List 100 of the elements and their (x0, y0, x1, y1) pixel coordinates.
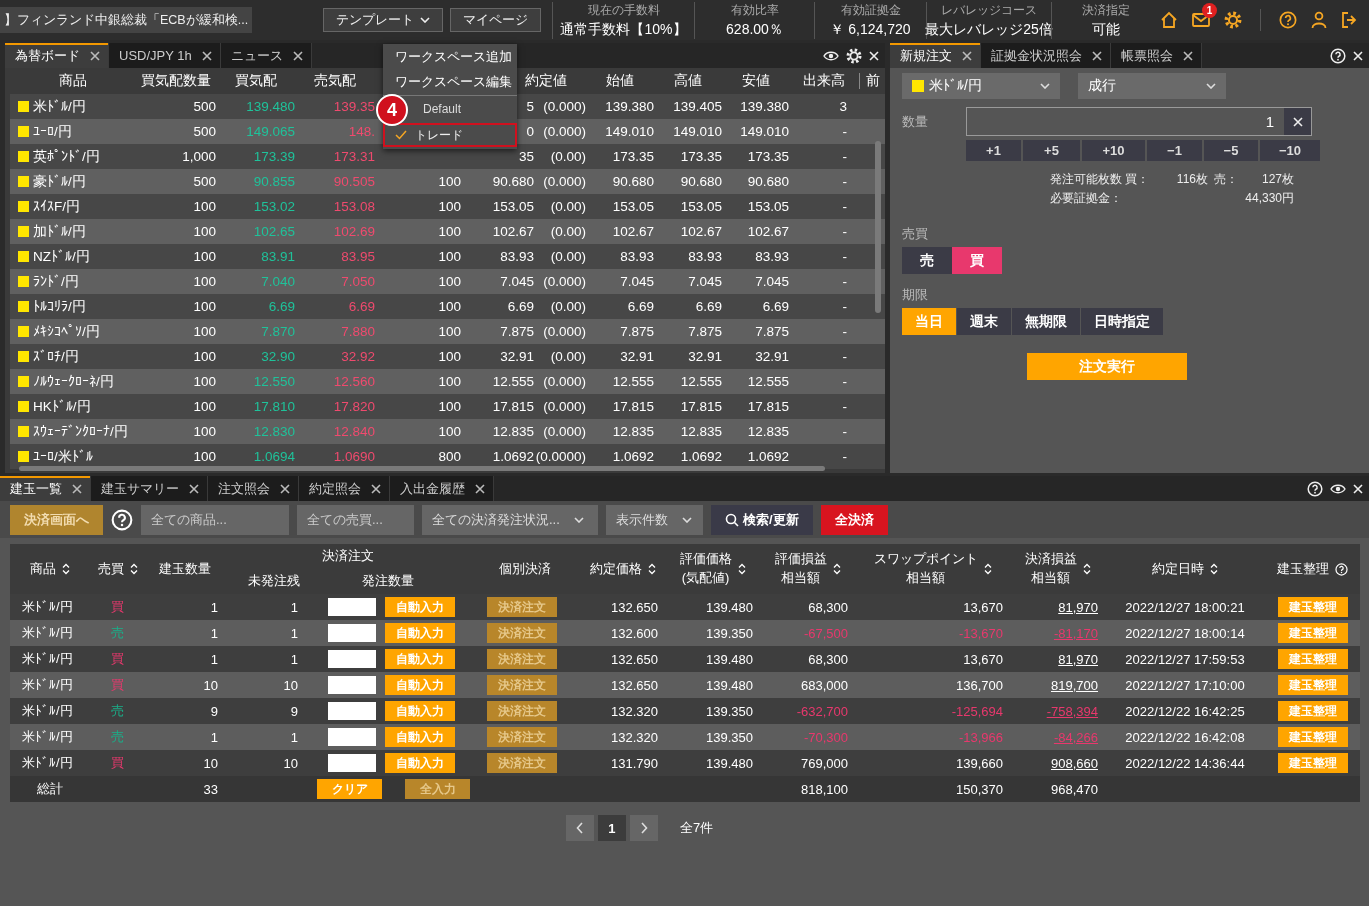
table-cell-text: 131.790 (610, 754, 659, 773)
table-cell-text: 買 (110, 598, 125, 616)
table-cell-text: 売 (110, 702, 125, 720)
section-label: 売買 (902, 225, 929, 243)
table-cell-text: 968,470 (1050, 780, 1099, 799)
table-cell-text: - (841, 223, 848, 241)
info-label: 必要証拠金： (1050, 190, 1123, 207)
table-cell-text: - (841, 198, 848, 216)
table-cell-text: 90.680 (746, 173, 789, 191)
table-cell-text: - (841, 348, 848, 366)
table-cell-text: 683,000 (800, 676, 849, 695)
table-cell-text: - (841, 273, 848, 291)
product-name: ﾄﾙｺﾘﾗ/円 (33, 297, 86, 316)
table-cell-text: (0.000) (542, 373, 586, 391)
notification-badge: 1 (1202, 3, 1217, 18)
table-cell-text: 17.815 (491, 398, 534, 416)
table-cell-text: 5 (525, 98, 534, 116)
stat-value: 可能 (1091, 20, 1120, 39)
table-cell-text: 1.0692 (746, 448, 789, 466)
table-cell-text: 6.69 (267, 298, 295, 316)
table-cell-text: 米ﾄﾞﾙ/円 (21, 754, 74, 772)
table-cell-text: 7.875 (687, 323, 722, 341)
stat-label: 有効証拠金 (840, 1, 901, 19)
column-header: 発注数量 (361, 572, 414, 591)
table-cell-text: 173.35 (746, 148, 789, 166)
table-cell-text: 1 (209, 598, 219, 617)
table-cell-text: - (841, 248, 848, 266)
column-header: 商品 (57, 71, 88, 90)
table-cell-text: 32.92 (340, 348, 375, 366)
table-cell-text: 米ﾄﾞﾙ/円 (21, 650, 74, 668)
table-cell-text: 1 (209, 728, 219, 747)
stat-label: 現在の手数料 (587, 1, 660, 19)
table-cell-text: 1.0690 (332, 448, 375, 466)
table-cell-text: 12.835 (679, 423, 722, 441)
table-cell-text: - (841, 373, 848, 391)
table-cell-text: 12.555 (679, 373, 722, 391)
column-header: 始値 (605, 71, 635, 90)
table-cell-text: 6.69 (694, 298, 722, 316)
table-cell-text: 1.0692 (679, 448, 722, 466)
table-cell-text: 7.040 (260, 273, 295, 291)
table-cell-text: 173.39 (252, 148, 295, 166)
table-cell-text: 2022/12/22 14:36:44 (1124, 754, 1246, 773)
table-cell-text: (0.000) (542, 98, 586, 116)
table-cell-text: 100 (437, 348, 461, 366)
table-cell-text: 102.67 (746, 223, 789, 241)
table-cell-text: 800 (437, 448, 461, 466)
table-cell-text: 139.480 (245, 98, 295, 116)
table-cell-text: 90.680 (679, 173, 722, 191)
info-label: 売： (1213, 171, 1238, 188)
table-cell-text: 12.555 (611, 373, 654, 391)
table-cell-text: 102.65 (252, 223, 295, 241)
product-name: ﾕｰﾛ/円 (33, 122, 72, 141)
table-cell-text: 132.650 (610, 650, 659, 669)
table-cell-text: 6.69 (506, 298, 534, 316)
table-cell-text: 売 (110, 728, 125, 746)
table-cell-text: 1.0692 (611, 448, 654, 466)
table-cell-text: 1 (289, 624, 299, 643)
table-cell-text: 32.91 (754, 348, 789, 366)
table-cell-text: 139.480 (705, 754, 754, 773)
table-cell-text: (0.00) (549, 223, 586, 241)
select-value: 表示件数 (616, 510, 668, 529)
product-name: 豪ﾄﾞﾙ/円 (33, 172, 86, 191)
table-cell-text: 2022/12/22 16:42:25 (1124, 702, 1246, 721)
table-cell-text: 1 (209, 650, 219, 669)
product-name: 英ﾎﾟﾝﾄﾞ/円 (33, 147, 100, 166)
table-cell-text: 139.350 (705, 728, 754, 747)
table-cell-text: 0 (525, 123, 534, 141)
table-cell-text: 100 (437, 248, 461, 266)
table-cell-text: 2022/12/27 18:00:21 (1124, 598, 1246, 617)
table-cell-text: - (841, 448, 848, 466)
table-cell-text: 17.810 (252, 398, 295, 416)
table-cell-text: - (841, 148, 848, 166)
table-cell-text: - (841, 298, 848, 316)
table-cell-text: 米ﾄﾞﾙ/円 (21, 728, 74, 746)
table-cell-text: (0.00) (549, 298, 586, 316)
table-cell-text: 12.835 (611, 423, 654, 441)
column-header: 売気配 (313, 71, 357, 90)
table-cell-text: 12.555 (491, 373, 534, 391)
table-cell-text: 100 (437, 223, 461, 241)
product-name: ﾗﾝﾄﾞ/円 (33, 272, 79, 291)
table-cell-text: (0.0000) (534, 448, 586, 466)
table-cell-text: 7.875 (754, 323, 789, 341)
table-cell-text: 100 (192, 348, 216, 366)
table-cell-text: 12.835 (491, 423, 534, 441)
table-cell-text: 7.045 (687, 273, 722, 291)
table-cell-text: 139.380 (739, 98, 789, 116)
table-cell-text: (0.00) (549, 248, 586, 266)
stat-value: 最大レバレッジ25倍 (925, 20, 1053, 39)
table-cell-text: 100 (437, 423, 461, 441)
column-header: 買気配数量 (139, 71, 212, 90)
table-cell-text: 7.045 (754, 273, 789, 291)
table-cell-text: 33 (202, 780, 219, 799)
column-header: 高値 (673, 71, 703, 90)
table-cell-text: 90.680 (491, 173, 534, 191)
table-cell-text: -70,300 (802, 728, 849, 747)
product-name: ﾒｷｼｺﾍﾟｿ/円 (33, 322, 100, 341)
table-cell-text: 7.045 (619, 273, 654, 291)
table-cell-text: 1 (209, 624, 219, 643)
table-cell-text: (0.000) (542, 273, 586, 291)
product-name: NZﾄﾞﾙ/円 (33, 247, 90, 266)
